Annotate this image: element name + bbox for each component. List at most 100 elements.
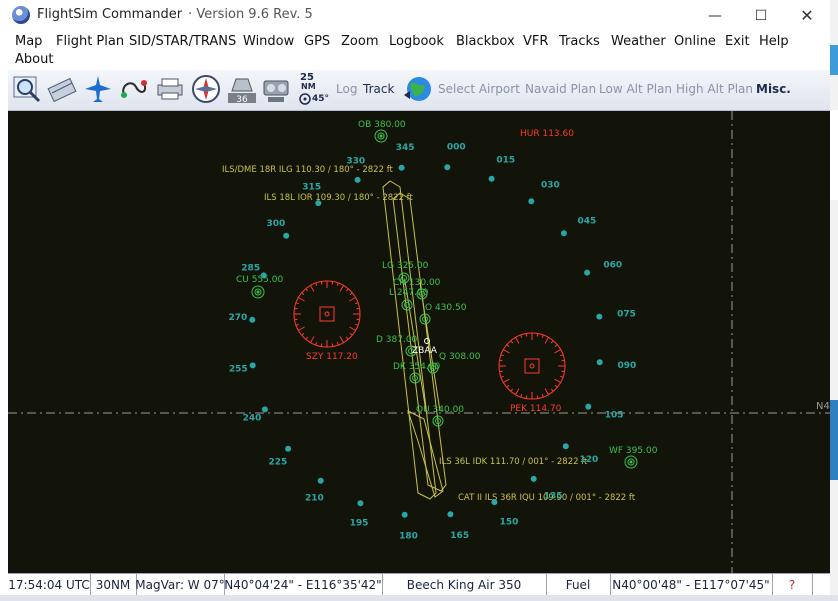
- ndb-label-ch[interactable]: CH 130.00: [393, 278, 441, 288]
- status-aircraft[interactable]: Beech King Air 350: [382, 574, 547, 595]
- bearing-label: 270: [229, 313, 248, 323]
- bearing-label: 180: [399, 532, 418, 542]
- menu-sid-star-trans[interactable]: SID/STAR/TRANS: [129, 34, 236, 49]
- menu-weather[interactable]: Weather: [611, 34, 666, 49]
- menu-help[interactable]: Help: [759, 34, 789, 49]
- ndb-label-l[interactable]: L 247.00: [389, 288, 429, 298]
- close-button[interactable]: ✕: [784, 0, 830, 31]
- weather-radar-icon[interactable]: [262, 73, 294, 105]
- bearing-dot: [283, 232, 290, 239]
- bearing-label: 300: [267, 219, 286, 229]
- menu-online[interactable]: Online: [674, 34, 716, 49]
- status-bar: 17:54:04 UTC 30NM MagVar: W 07° N40°04'2…: [8, 573, 830, 596]
- ndb-label-dk[interactable]: DK 354.00: [393, 362, 440, 372]
- rose-tick: [515, 337, 520, 344]
- select-airport-button[interactable]: Select Airport: [438, 82, 520, 96]
- menu-vfr[interactable]: VFR: [523, 34, 548, 49]
- menu-window[interactable]: Window: [243, 34, 294, 49]
- status-range: 30NM: [90, 574, 137, 595]
- rose-tick: [554, 349, 561, 354]
- printer-icon[interactable]: [154, 73, 186, 105]
- app-name: FlightSim Commander: [37, 7, 183, 22]
- toolbar: 36 25 NM 45° Log Track Select Airport Na…: [8, 70, 830, 111]
- app-version: · Version 9.6 Rev. 5: [188, 7, 313, 22]
- ndb-label-ob[interactable]: OB 380.00: [358, 120, 406, 130]
- map-canvas[interactable]: N4 HUR 113.60 SZY 117.20 PEK 114.70 OB 3…: [8, 111, 830, 573]
- menu-map[interactable]: Map: [15, 34, 42, 49]
- bearing-dot: [530, 475, 537, 482]
- menu-blackbox[interactable]: Blackbox: [456, 34, 515, 49]
- menu-tracks[interactable]: Tracks: [559, 34, 600, 49]
- ndb-label-cu[interactable]: CU 555.00: [236, 275, 283, 285]
- runway-number: 36: [236, 95, 248, 105]
- rose-tick: [345, 288, 349, 292]
- bearing-label: 045: [578, 216, 597, 226]
- low-alt-plan-button[interactable]: Low Alt Plan: [599, 82, 672, 96]
- rose-tick: [294, 318, 298, 321]
- rose-tick: [515, 388, 520, 395]
- menu-about[interactable]: About: [15, 52, 53, 67]
- menu-gps[interactable]: GPS: [304, 34, 330, 49]
- bearing-dot: [528, 198, 535, 205]
- status-help[interactable]: ?: [772, 574, 813, 595]
- zoom-map-icon[interactable]: [11, 73, 43, 105]
- navaid-plan-button[interactable]: Navaid Plan: [525, 82, 596, 96]
- app-globe-icon[interactable]: [12, 6, 30, 24]
- ndb-label-wf[interactable]: WF 395.00: [609, 446, 658, 456]
- bearing-dot: [354, 176, 361, 183]
- rose-tick: [295, 323, 299, 326]
- rose-tick: [336, 342, 339, 346]
- bearing-dot: [285, 445, 292, 452]
- vor-label-szy[interactable]: SZY 117.20: [306, 352, 358, 362]
- rose-tick: [506, 344, 510, 348]
- rose-tick: [510, 388, 514, 392]
- runway-icon[interactable]: 36: [226, 73, 258, 105]
- menu-flight-plan[interactable]: Flight Plan: [56, 34, 124, 49]
- ndb-label-o[interactable]: O 430.50: [425, 303, 467, 313]
- rose-tick: [305, 336, 309, 340]
- ils-label-18r[interactable]: ILS/DME 18R ILG 110.30 / 180° - 2822 ft: [222, 165, 394, 175]
- map-view[interactable]: N4 HUR 113.60 SZY 117.20 PEK 114.70 OB 3…: [8, 111, 830, 573]
- vor-label-pek[interactable]: PEK 114.70: [510, 404, 562, 414]
- bearing-label: 075: [617, 310, 636, 320]
- wind-range-control[interactable]: 25 NM 45°: [298, 72, 329, 108]
- bearing-dot: [584, 269, 591, 276]
- ndb-label-d[interactable]: D 387.00: [376, 335, 418, 345]
- menu-exit[interactable]: Exit: [725, 34, 750, 49]
- ndb-label-lg[interactable]: LG 325.00: [382, 261, 429, 271]
- rose-tick: [315, 342, 318, 346]
- bearing-label: 240: [243, 414, 262, 424]
- minimize-button[interactable]: —: [692, 0, 738, 31]
- rose-tick: [541, 334, 544, 338]
- track-button[interactable]: Track: [363, 82, 394, 96]
- ils-label-36l[interactable]: ILS 36L IDK 111.70 / 001° - 2822 ft: [439, 457, 588, 467]
- rose-tick: [510, 340, 514, 344]
- status-fuel[interactable]: Fuel: [546, 574, 611, 595]
- menu-zoom[interactable]: Zoom: [341, 34, 378, 49]
- globe-select-icon[interactable]: [402, 73, 434, 105]
- ils-label-18l[interactable]: ILS 18L IOR 109.30 / 180° - 2822 ft: [264, 193, 414, 203]
- ndb-label-q[interactable]: Q 308.00: [439, 352, 481, 362]
- map-tools-icon[interactable]: [46, 73, 78, 105]
- rose-tick: [561, 359, 565, 362]
- rose-tick: [349, 332, 353, 336]
- angle-value: 45°: [312, 94, 330, 104]
- rose-tick: [305, 288, 309, 292]
- airplane-icon[interactable]: [82, 73, 114, 105]
- vor-label-hur[interactable]: HUR 113.60: [520, 129, 574, 139]
- bearing-label: 165: [450, 531, 469, 541]
- bearing-dot: [317, 477, 324, 484]
- rose-tick: [355, 302, 359, 305]
- menu-logbook[interactable]: Logbook: [389, 34, 444, 49]
- bearing-dot: [260, 272, 267, 279]
- minimize-icon: —: [708, 7, 722, 24]
- bearing-dot: [585, 403, 592, 410]
- route-icon[interactable]: [118, 73, 150, 105]
- ndb-label-ou[interactable]: OU 340.00: [416, 405, 464, 415]
- misc-button[interactable]: Misc.: [756, 82, 791, 96]
- compass-icon[interactable]: [190, 73, 222, 105]
- close-icon: ✕: [800, 6, 814, 25]
- log-button[interactable]: Log: [336, 82, 357, 96]
- maximize-button[interactable]: ☐: [738, 0, 784, 31]
- high-alt-plan-button[interactable]: High Alt Plan: [676, 82, 753, 96]
